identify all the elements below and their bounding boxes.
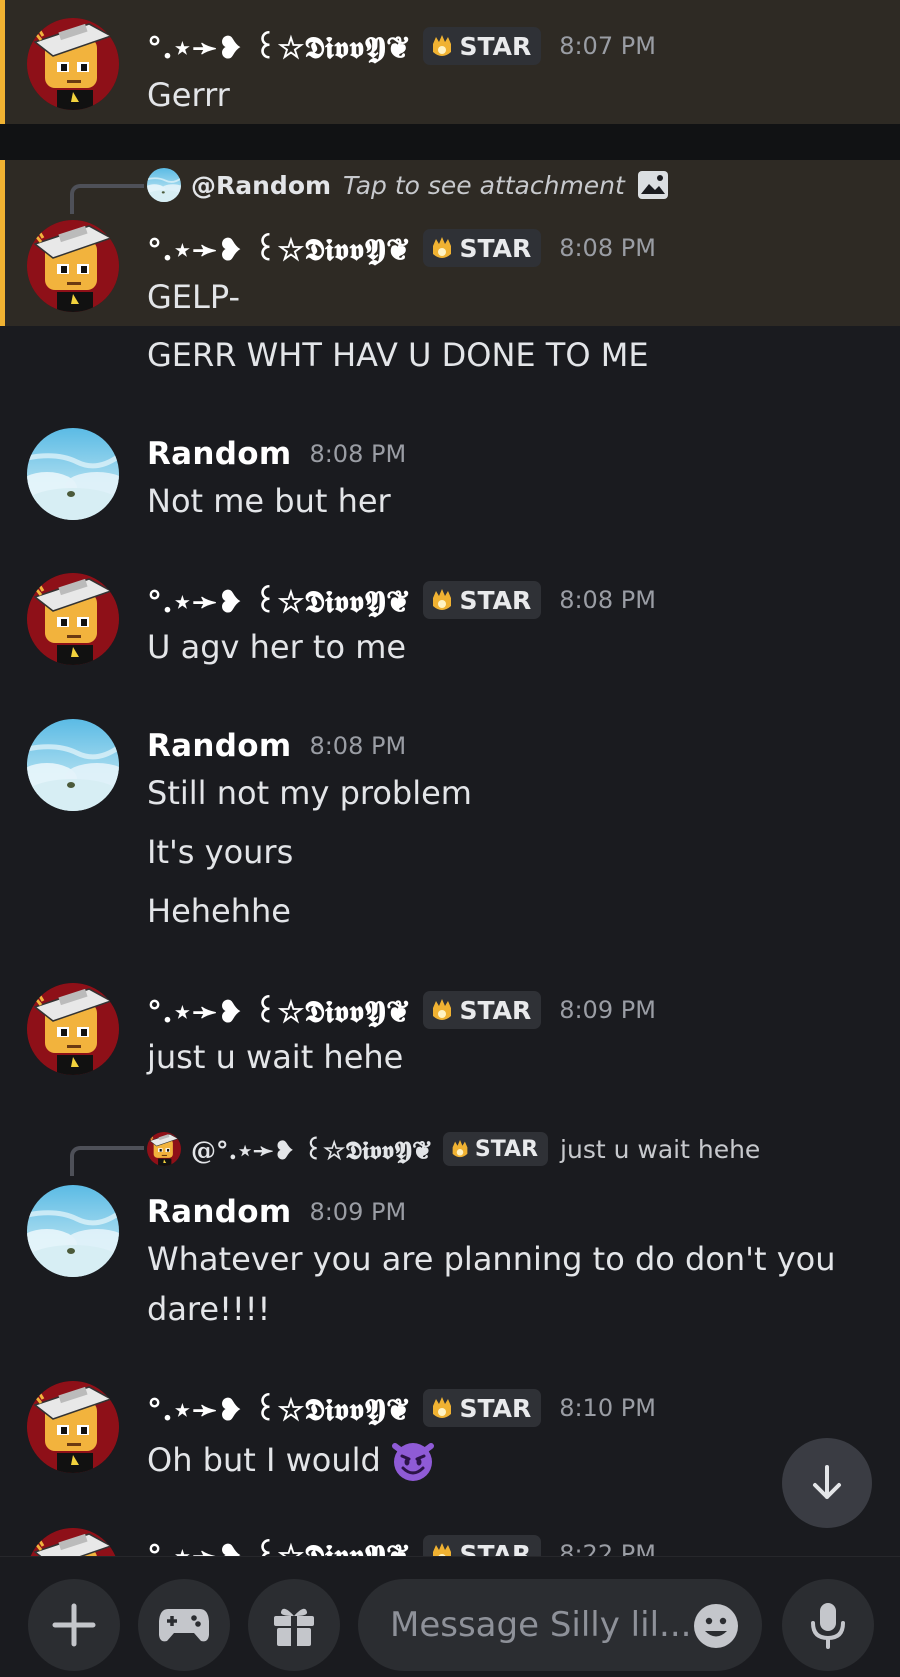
smiling-imp-emoji — [391, 1443, 434, 1481]
reply-avatar — [147, 1132, 181, 1166]
username[interactable]: Random — [147, 728, 291, 764]
message-list[interactable]: °.⋆➛❥ ꒰☆𝕯𝖎𝖛𝖛𝖄❦ STAR 8:07 PM Gerrr @Rando… — [0, 0, 900, 1556]
flame-icon — [431, 34, 453, 58]
message-text: U agv her to me — [147, 628, 407, 666]
activities-button[interactable] — [138, 1579, 230, 1671]
timestamp: 8:09 PM — [559, 996, 656, 1024]
username[interactable]: °.⋆➛❥ ꒰☆𝕯𝖎𝖛𝖛𝖄❦ — [147, 1535, 411, 1557]
message-text: Hehehhe — [147, 892, 291, 930]
message-text: GELP- — [147, 278, 240, 316]
avatar[interactable] — [27, 1528, 119, 1556]
avatar[interactable] — [27, 1381, 119, 1473]
message-item[interactable]: °.⋆➛❥ ꒰☆𝕯𝖎𝖛𝖛𝖄❦ STAR 8:07 PM Gerrr — [0, 0, 900, 124]
role-badge: STAR — [423, 991, 542, 1029]
message-input[interactable] — [388, 1604, 692, 1646]
flame-icon — [431, 998, 453, 1022]
timestamp: 8:08 PM — [309, 440, 407, 468]
username[interactable]: °.⋆➛❥ ꒰☆𝕯𝖎𝖛𝖛𝖄❦ — [147, 27, 411, 66]
username[interactable]: Random — [147, 1194, 291, 1230]
flame-icon — [431, 588, 453, 612]
reply-reference[interactable]: @Random Tap to see attachment — [147, 165, 669, 205]
avatar[interactable] — [27, 719, 119, 811]
add-attachment-button[interactable] — [28, 1579, 120, 1671]
avatar[interactable] — [27, 573, 119, 665]
avatar[interactable] — [27, 1185, 119, 1277]
username[interactable]: °.⋆➛❥ ꒰☆𝕯𝖎𝖛𝖛𝖄❦ — [147, 229, 411, 268]
message-item[interactable]: @Random Tap to see attachment °.⋆➛❥ ꒰☆𝕯𝖎… — [0, 160, 900, 326]
flame-icon — [431, 236, 453, 260]
reply-author: @Random — [191, 170, 332, 200]
message-input-container[interactable] — [358, 1579, 762, 1671]
voice-message-button[interactable] — [782, 1579, 874, 1671]
reply-spine — [70, 1146, 144, 1176]
username[interactable]: °.⋆➛❥ ꒰☆𝕯𝖎𝖛𝖛𝖄❦ — [147, 581, 411, 620]
message-text: just u wait hehe — [147, 1038, 404, 1076]
message-text: Oh but I would — [147, 1436, 437, 1484]
avatar[interactable] — [27, 18, 119, 110]
gift-icon — [274, 1608, 314, 1646]
jump-to-present-button[interactable] — [782, 1438, 872, 1528]
image-icon — [637, 171, 668, 199]
message-text: GERR WHT HAV U DONE TO ME — [147, 336, 649, 374]
message-text: It's yours — [147, 833, 294, 871]
flame-icon — [451, 1139, 469, 1159]
reply-reference[interactable]: @°.⋆➛❥ ꒰☆𝕯𝖎𝖛𝖛𝖄❦ STAR just u wait hehe — [147, 1129, 760, 1169]
divider — [0, 124, 900, 160]
plus-icon — [52, 1603, 96, 1647]
message-text: Gerrr — [147, 76, 230, 114]
avatar[interactable] — [27, 220, 119, 312]
timestamp: 8:08 PM — [309, 732, 407, 760]
timestamp: 8:08 PM — [559, 234, 656, 262]
username[interactable]: °.⋆➛❥ ꒰☆𝕯𝖎𝖛𝖛𝖄❦ — [147, 1389, 411, 1428]
role-badge: STAR — [423, 27, 542, 65]
avatar[interactable] — [27, 983, 119, 1075]
timestamp: 8:10 PM — [559, 1394, 656, 1422]
composer-bar — [0, 1556, 900, 1677]
reply-text: just u wait hehe — [560, 1134, 761, 1164]
arrow-down-icon — [813, 1465, 841, 1499]
reply-avatar — [147, 168, 181, 202]
emoji-icon[interactable] — [692, 1602, 740, 1650]
reply-author: @°.⋆➛❥ ꒰☆𝕯𝖎𝖛𝖛𝖄❦ — [191, 1135, 433, 1165]
role-badge: STAR — [423, 1389, 542, 1427]
timestamp: 8:22 PM — [559, 1540, 656, 1556]
role-badge: STAR — [423, 1535, 542, 1556]
gamepad-icon — [159, 1609, 209, 1642]
timestamp: 8:08 PM — [559, 586, 656, 614]
message-text: Not me but her — [147, 482, 391, 520]
reply-spine — [70, 184, 144, 214]
avatar[interactable] — [27, 428, 119, 520]
timestamp: 8:09 PM — [309, 1198, 407, 1226]
flame-icon — [431, 1396, 453, 1420]
gift-button[interactable] — [248, 1579, 340, 1671]
message-text: Whatever you are planning to do don't yo… — [147, 1240, 836, 1328]
role-badge: STAR — [423, 229, 542, 267]
reply-text: Tap to see attachment — [343, 170, 625, 200]
timestamp: 8:07 PM — [559, 32, 656, 60]
role-badge: STAR — [423, 581, 542, 619]
flame-icon — [431, 1542, 453, 1556]
username[interactable]: Random — [147, 436, 291, 472]
username[interactable]: °.⋆➛❥ ꒰☆𝕯𝖎𝖛𝖛𝖄❦ — [147, 991, 411, 1030]
role-badge: STAR — [442, 1132, 549, 1166]
message-text: Still not my problem — [147, 774, 472, 812]
microphone-icon — [811, 1603, 845, 1649]
